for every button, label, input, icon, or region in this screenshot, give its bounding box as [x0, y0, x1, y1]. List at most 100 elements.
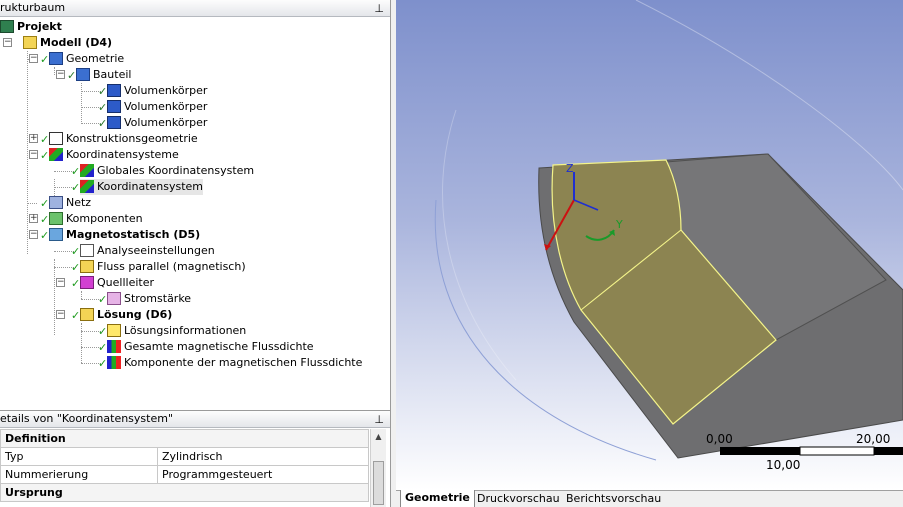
- details-panel-header: etails von "Koordinatensystem" ⊥: [0, 411, 390, 428]
- coordinate-systems-icon: [49, 147, 63, 161]
- pin-icon[interactable]: ⊥: [374, 412, 384, 428]
- check-icon: ✓: [98, 341, 108, 354]
- check-icon: ✓: [40, 149, 50, 162]
- check-icon: ✓: [98, 357, 108, 370]
- check-icon: ✓: [71, 165, 81, 178]
- check-icon: ✓: [40, 53, 50, 66]
- components-icon: [49, 211, 63, 225]
- tree-node-volumenkoerper-2[interactable]: ✓ Volumenkörper: [98, 99, 207, 115]
- check-icon: ✓: [98, 101, 108, 114]
- check-icon: ✓: [98, 325, 108, 338]
- scroll-up-icon[interactable]: ▲: [371, 429, 386, 445]
- details-panel-title: etails von "Koordinatensystem": [0, 412, 174, 425]
- scale-label-mid: 10,00: [766, 458, 800, 472]
- collapse-icon[interactable]: −: [29, 230, 38, 239]
- details-row-typ[interactable]: Typ Zylindrisch: [0, 447, 369, 466]
- pin-icon[interactable]: ⊥: [374, 1, 384, 17]
- expand-icon[interactable]: +: [29, 134, 38, 143]
- collapse-icon[interactable]: −: [56, 310, 65, 319]
- check-icon: ✓: [98, 293, 108, 306]
- tree-node-loesung[interactable]: − ✓ Lösung (D6): [56, 307, 172, 323]
- collapse-icon[interactable]: −: [56, 278, 65, 287]
- scale-bar-black: [720, 447, 800, 455]
- expand-icon[interactable]: +: [29, 214, 38, 223]
- tree-panel: rukturbaum ⊥ Projekt − Modell (D4) − ✓ G…: [0, 0, 391, 410]
- model-icon: [23, 35, 37, 49]
- tree-node-globales-koordinatensystem[interactable]: ✓ Globales Koordinatensystem: [71, 163, 254, 179]
- collapse-icon[interactable]: −: [3, 38, 12, 47]
- collapse-icon[interactable]: −: [56, 70, 65, 79]
- scroll-thumb[interactable]: [373, 461, 384, 505]
- tree-panel-header: rukturbaum ⊥: [0, 0, 390, 17]
- scale-bar-black: [874, 447, 903, 455]
- check-icon: ✓: [71, 245, 81, 258]
- details-section-ursprung[interactable]: Ursprung: [0, 483, 369, 502]
- tree-node-volumenkoerper-3[interactable]: ✓ Volumenkörper: [98, 115, 207, 131]
- check-icon: ✓: [40, 213, 50, 226]
- details-row-nummerierung[interactable]: Nummerierung Programmgesteuert: [0, 465, 369, 484]
- tab-berichtsvorschau[interactable]: Berichtsvorschau: [562, 491, 665, 507]
- analysis-icon: [49, 227, 63, 241]
- current-icon: [107, 291, 121, 305]
- result-icon: [107, 355, 121, 369]
- tree-node-analyseeinstellungen[interactable]: ✓ Analyseeinstellungen: [71, 243, 215, 259]
- property-label: Nummerierung: [0, 465, 158, 484]
- section-label: Definition: [0, 429, 369, 448]
- check-icon: ✓: [71, 309, 81, 322]
- tree-node-fluss-parallel[interactable]: ✓ Fluss parallel (magnetisch): [71, 259, 246, 275]
- coordinate-system-icon: [80, 179, 94, 193]
- project-icon: [0, 19, 14, 33]
- part-icon: [76, 67, 90, 81]
- tree-node-komponente-flussdichte[interactable]: ✓ Komponente der magnetischen Flussdicht…: [98, 355, 362, 371]
- solid-body-icon: [107, 83, 121, 97]
- tree-node-koordinatensystem[interactable]: ✓ Koordinatensystem: [71, 179, 204, 195]
- tree-node-stromstaerke[interactable]: ✓ Stromstärke: [98, 291, 191, 307]
- tree-panel-title: rukturbaum: [0, 1, 66, 14]
- check-icon: ✓: [40, 197, 50, 210]
- details-section-definition[interactable]: Definition: [0, 429, 369, 448]
- property-value[interactable]: Programmgesteuert: [157, 465, 369, 484]
- tree-node-geometrie[interactable]: − ✓ Geometrie: [29, 51, 124, 67]
- tree-node-netz[interactable]: ✓ Netz: [40, 195, 91, 211]
- tree-node-koordinatensysteme[interactable]: − ✓ Koordinatensysteme: [29, 147, 179, 163]
- tree-node-quellleiter[interactable]: − ✓ Quellleiter: [56, 275, 154, 291]
- check-icon: ✓: [40, 229, 50, 242]
- tree-node-projekt[interactable]: Projekt: [0, 19, 62, 35]
- tree-node-komponenten[interactable]: + ✓ Komponenten: [29, 211, 143, 227]
- check-icon: ✓: [71, 181, 81, 194]
- section-label: Ursprung: [0, 483, 369, 502]
- scale-label-right: 20,00: [856, 432, 890, 446]
- tree-node-konstruktionsgeometrie[interactable]: + ✓ Konstruktionsgeometrie: [29, 131, 198, 147]
- tree-node-gesamte-flussdichte[interactable]: ✓ Gesamte magnetische Flussdichte: [98, 339, 314, 355]
- triad-z-label: Z: [566, 162, 574, 175]
- view-tabs: Geometrie Druckvorschau Berichtsvorschau: [396, 490, 903, 507]
- details-table: Definition Typ Zylindrisch Nummerierung …: [0, 429, 369, 502]
- check-icon: ✓: [71, 277, 81, 290]
- tree-node-magnetostatisch[interactable]: − ✓ Magnetostatisch (D5): [29, 227, 200, 243]
- geometry-icon: [49, 51, 63, 65]
- details-scrollbar[interactable]: ▲: [370, 429, 386, 507]
- app-window: rukturbaum ⊥ Projekt − Modell (D4) − ✓ G…: [0, 0, 903, 507]
- property-value[interactable]: Zylindrisch: [157, 447, 369, 466]
- viewport-canvas: Z Y 0,00 20,00 10,00: [396, 0, 903, 490]
- tab-geometrie[interactable]: Geometrie: [400, 490, 475, 507]
- check-icon: ✓: [98, 117, 108, 130]
- source-conductor-icon: [80, 275, 94, 289]
- result-icon: [107, 339, 121, 353]
- scale-bar-white: [799, 446, 875, 456]
- property-label: Typ: [0, 447, 158, 466]
- tree-node-modell[interactable]: − Modell (D4): [3, 35, 112, 51]
- tab-druckvorschau[interactable]: Druckvorschau: [473, 491, 564, 507]
- collapse-icon[interactable]: −: [29, 54, 38, 63]
- check-icon: ✓: [71, 261, 81, 274]
- graphics-viewport[interactable]: Z Y 0,00 20,00 10,00: [396, 0, 903, 490]
- solution-icon: [80, 307, 94, 321]
- collapse-icon[interactable]: −: [29, 150, 38, 159]
- tree-node-bauteil[interactable]: − ✓ Bauteil: [56, 67, 131, 83]
- check-icon: ✓: [67, 69, 77, 82]
- check-icon: ✓: [40, 133, 50, 146]
- flux-parallel-icon: [80, 259, 94, 273]
- mesh-icon: [49, 195, 63, 209]
- tree-node-loesungsinformationen[interactable]: ✓ Lösungsinformationen: [98, 323, 246, 339]
- tree-node-volumenkoerper-1[interactable]: ✓ Volumenkörper: [98, 83, 207, 99]
